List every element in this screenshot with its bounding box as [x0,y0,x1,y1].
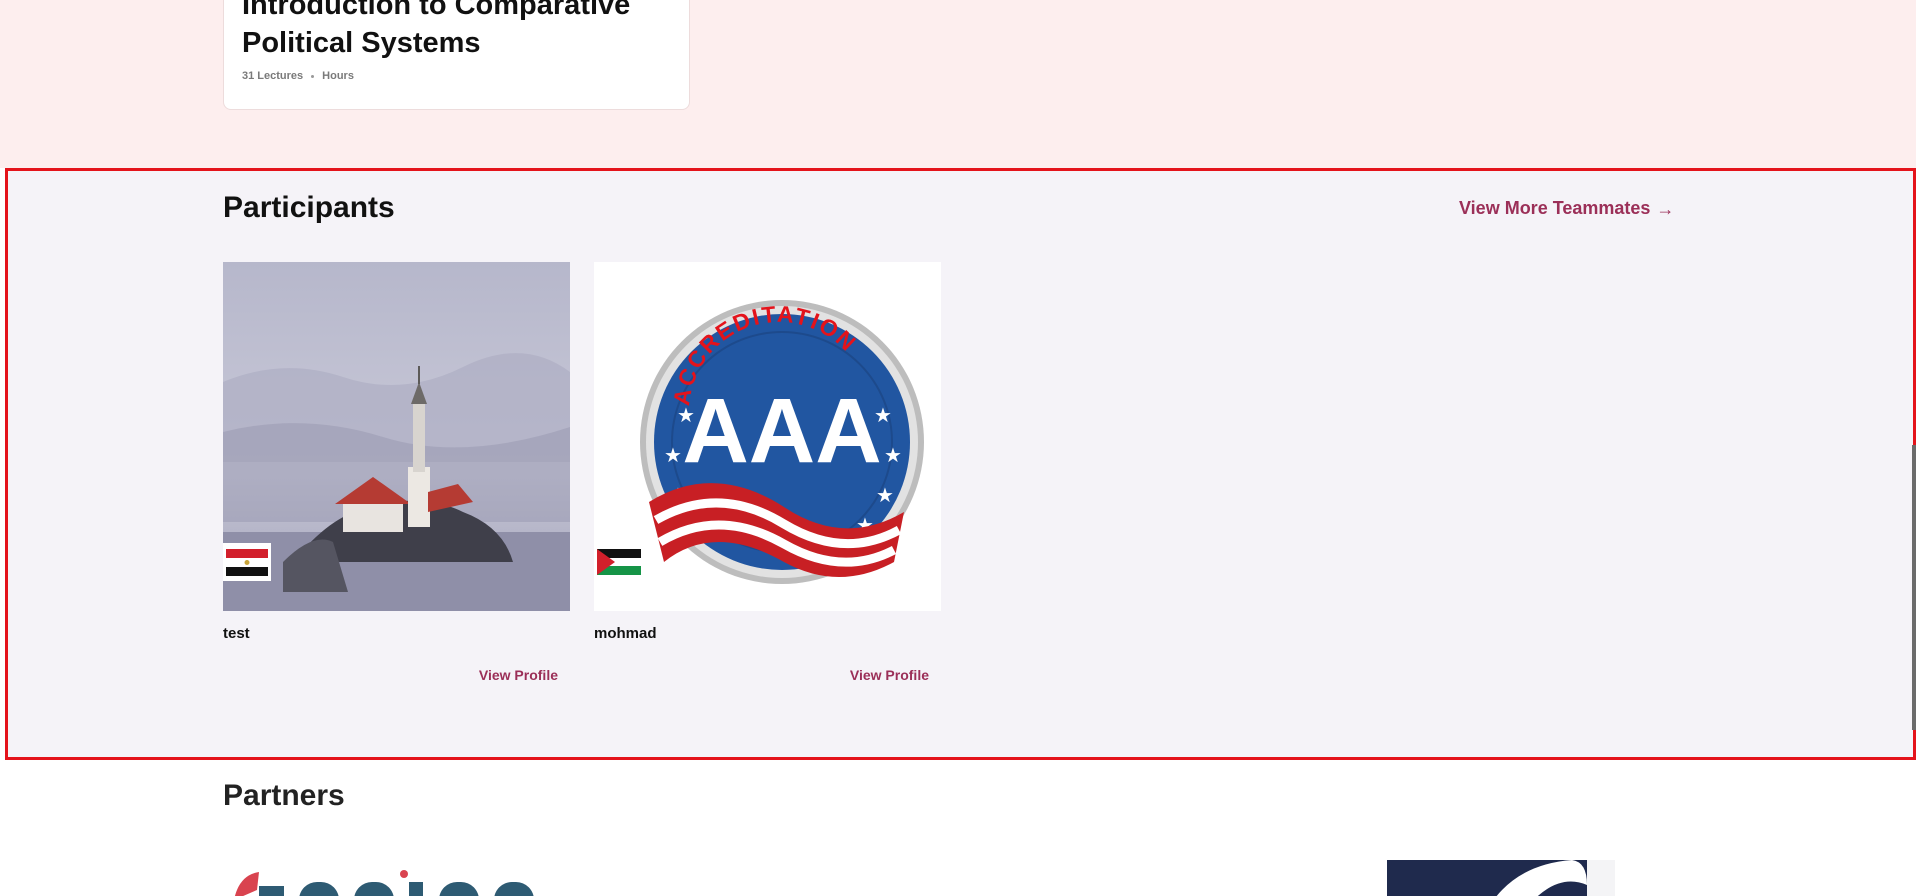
partner-logo-navy[interactable] [1387,860,1615,896]
svg-text:★: ★ [874,403,892,427]
svg-text:★: ★ [664,443,682,467]
hours-label: Hours [322,70,354,82]
scrollbar-thumb[interactable] [1912,445,1916,730]
course-meta: 31 Lectures Hours [242,70,354,82]
participant-card: test View Profile [223,262,570,683]
participant-name: mohmad [594,625,657,642]
trainees-logo[interactable] [229,860,589,896]
trainees-logo-image [235,870,534,896]
meta-separator-dot [311,74,315,78]
palestine-flag-icon [597,549,641,575]
svg-text:★: ★ [677,403,695,427]
church-island-photo [223,262,570,611]
accreditation-badge-image: ACCREDITATION AAA ★ ★ ★ ★ ★ ★ ★ [640,300,924,584]
participant-photo[interactable]: ACCREDITATION AAA ★ ★ ★ ★ ★ ★ ★ [594,262,941,611]
view-more-teammates-link[interactable]: View More Teammates → [1459,198,1674,219]
participant-photo[interactable] [223,262,570,611]
view-profile-link[interactable]: View Profile [594,667,941,683]
participant-name: test [223,625,250,642]
partners-title: Partners [223,779,345,812]
view-more-label: View More Teammates [1459,198,1651,218]
participants-section: Participants View More Teammates → test … [5,168,1916,760]
course-card[interactable]: Introduction to Comparative Political Sy… [223,0,690,110]
lectures-count: 31 Lectures [242,70,304,82]
svg-text:★: ★ [884,443,902,467]
svg-text:★: ★ [876,483,894,507]
arrow-right-icon: → [1656,198,1675,219]
course-title[interactable]: Introduction to Comparative Political Sy… [242,0,682,62]
egypt-flag-icon [223,543,271,581]
badge-letters: AAA [682,380,881,482]
partner-logo-navy-image [1387,860,1615,896]
participant-card: ACCREDITATION AAA ★ ★ ★ ★ ★ ★ ★ [594,262,941,683]
participants-title: Participants [223,191,395,224]
view-profile-link[interactable]: View Profile [223,667,570,683]
course-section: Introduction to Comparative Political Sy… [0,0,1916,168]
